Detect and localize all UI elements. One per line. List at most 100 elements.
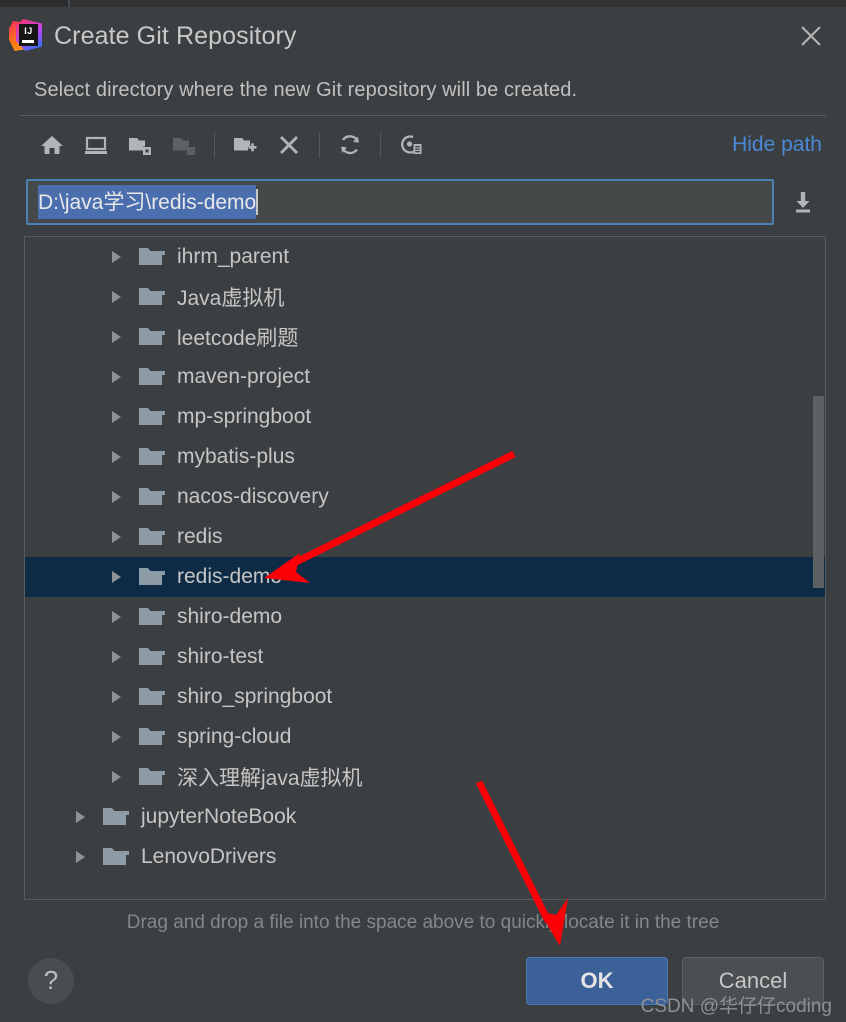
folder-expand-icon [162,124,206,166]
tree-row[interactable]: nacos-discovery [25,477,825,517]
folder-icon [103,806,129,828]
chevron-right-icon[interactable] [69,806,91,828]
background-window-tab [0,0,68,7]
folder-icon [139,286,165,308]
path-field-row: D:\java学习\redis-demo [0,174,846,230]
folder-icon [139,726,165,748]
tree-item-label: jupyterNoteBook [141,805,297,828]
tree-item-label: ihrm_parent [177,245,290,268]
folder-icon [139,646,165,668]
ok-button[interactable]: OK [526,957,668,1005]
help-icon: ? [43,965,59,995]
chevron-right-icon[interactable] [105,766,127,788]
chevron-right-icon[interactable] [105,286,127,308]
tree-item-label: nacos-discovery [177,485,329,508]
tree-row[interactable]: mybatis-plus [25,437,825,477]
drag-drop-hint-row: Drag and drop a file into the space abov… [0,900,846,946]
help-button[interactable]: ? [28,958,74,1004]
tree-item-label: leetcode刷题 [177,327,299,350]
tree-item-label: mp-springboot [177,405,312,428]
tree-row[interactable]: spring-cloud [25,717,825,757]
tree-row[interactable]: mp-springboot [25,397,825,437]
tree-item-label: LenovoDrivers [141,845,277,868]
delete-icon[interactable] [267,124,311,166]
folder-icon [139,566,165,588]
folder-icon [139,526,165,548]
chevron-right-icon[interactable] [105,646,127,668]
chevron-right-icon[interactable] [105,606,127,628]
tree-item-label: 深入理解java虚拟机 [177,767,363,790]
folder-icon [139,686,165,708]
tree-item-label: Java虚拟机 [177,287,285,310]
folder-icon [139,606,165,628]
cancel-button[interactable]: Cancel [682,957,824,1005]
show-hidden-files-icon[interactable] [389,124,433,166]
tree-item-label: redis [177,525,223,548]
toolbar-separator-3 [380,132,381,158]
tree-row[interactable]: maven-project [25,357,825,397]
chevron-right-icon[interactable] [105,246,127,268]
toolbar-separator-1 [214,132,215,158]
dialog-subtitle-row: Select directory where the new Git repos… [0,65,846,115]
tree-row[interactable]: shiro-demo [25,597,825,637]
tree-scrollbar-track[interactable] [811,237,825,899]
create-git-repository-dialog: IJ Create Git Repository Select director… [0,7,846,1022]
folder-icon [139,326,165,348]
text-caret [256,189,259,215]
tree-item-label: shiro_springboot [177,685,333,708]
background-window-strip [0,0,846,7]
folder-icon [139,446,165,468]
path-input[interactable]: D:\java学习\redis-demo [26,179,774,225]
chevron-right-icon[interactable] [105,526,127,548]
path-input-value: D:\java学习\redis-demo [38,185,257,219]
directory-tree-panel[interactable]: ihrm_parent Java虚拟机 leetcode刷题 maven-projec… [24,236,826,900]
intellij-idea-logo-icon: IJ [8,17,46,55]
chevron-right-icon[interactable] [105,566,127,588]
tree-item-label: shiro-demo [177,605,283,628]
folder-icon [139,406,165,428]
directory-tree-list[interactable]: ihrm_parent Java虚拟机 leetcode刷题 maven-projec… [25,237,825,899]
close-icon[interactable] [788,15,834,57]
new-folder-icon[interactable] [223,124,267,166]
chevron-right-icon[interactable] [105,326,127,348]
tree-item-label: maven-project [177,365,311,388]
tree-row[interactable]: leetcode刷题 [25,317,825,357]
chevron-right-icon[interactable] [105,406,127,428]
tree-row[interactable]: Java虚拟机 [25,277,825,317]
dialog-titlebar: IJ Create Git Repository [0,7,846,65]
drag-drop-hint: Drag and drop a file into the space abov… [126,912,720,933]
tree-item-label: spring-cloud [177,725,292,748]
tree-row[interactable]: ihrm_parent [25,237,825,277]
tree-item-label: mybatis-plus [177,445,295,468]
folder-icon [139,766,165,788]
background-window-divider [68,0,70,7]
tree-row[interactable]: redis [25,517,825,557]
tree-row[interactable]: jupyterNoteBook [25,797,825,837]
folder-icon [139,486,165,508]
chevron-right-icon[interactable] [105,486,127,508]
hide-path-link[interactable]: Hide path [732,133,824,157]
chevron-right-icon[interactable] [105,446,127,468]
dialog-subtitle: Select directory where the new Git repos… [34,78,578,101]
home-icon[interactable] [30,124,74,166]
file-chooser-toolbar: Hide path [0,116,846,174]
tree-row[interactable]: LenovoDrivers [25,837,825,877]
tree-row-selected[interactable]: redis-demo [25,557,825,597]
folder-icon [139,246,165,268]
chevron-right-icon[interactable] [105,686,127,708]
desktop-icon[interactable] [74,124,118,166]
toolbar-separator-2 [319,132,320,158]
tree-row[interactable]: shiro_springboot [25,677,825,717]
chevron-right-icon[interactable] [105,366,127,388]
chevron-right-icon[interactable] [69,846,91,868]
tree-row[interactable]: 深入理解java虚拟机 [25,757,825,797]
chevron-right-icon[interactable] [105,726,127,748]
folder-icon [139,366,165,388]
tree-item-label: shiro-test [177,645,264,668]
page-title: Create Git Repository [54,21,297,50]
tree-row[interactable]: shiro-test [25,637,825,677]
folder-collapse-icon[interactable] [118,124,162,166]
insert-path-icon[interactable] [780,179,826,225]
tree-scrollbar-thumb[interactable] [813,395,824,588]
refresh-icon[interactable] [328,124,372,166]
